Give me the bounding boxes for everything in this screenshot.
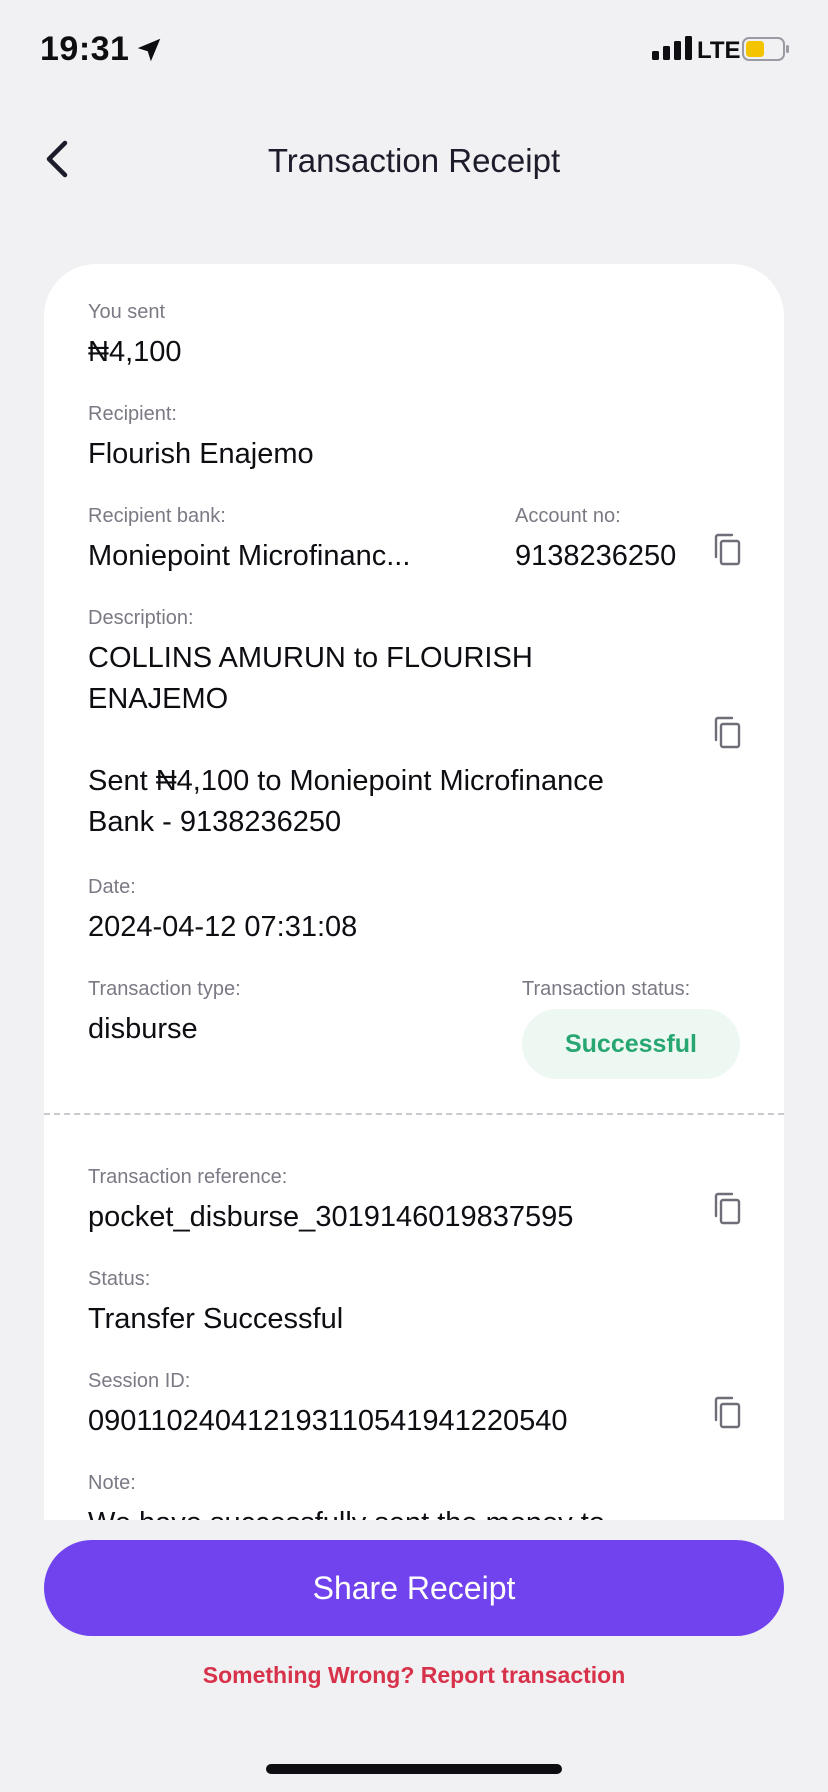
battery-icon xyxy=(742,37,789,61)
copy-account-no-icon[interactable] xyxy=(708,530,748,570)
page-title: Transaction Receipt xyxy=(267,142,561,179)
you-sent-amount: ₦4,100 xyxy=(88,336,182,368)
location-arrow-icon xyxy=(137,38,161,62)
recipient-bank-field: Recipient bank: Moniepoint Microfinanc..… xyxy=(88,504,410,576)
transaction-reference-field: Transaction reference: pocket_disburse_3… xyxy=(88,1165,573,1237)
status-field: Status: Transfer Successful xyxy=(88,1267,343,1339)
status-time: 19:31 xyxy=(40,30,130,68)
transaction-status-label: Transaction status: xyxy=(522,978,691,1000)
recipient-field: Recipient: Flourish Enajemo xyxy=(88,402,314,474)
transaction-reference-value: pocket_disburse_3019146019837595 xyxy=(88,1201,574,1233)
session-id-field: Session ID: 0901102404121931105419412205… xyxy=(88,1369,568,1441)
receipt-card: You sent ₦4,100 Recipient: Flourish Enaj… xyxy=(44,264,784,1520)
account-no-value: 9138236250 xyxy=(515,540,677,572)
transaction-type-label: Transaction type: xyxy=(88,978,241,1000)
you-sent-field: You sent ₦4,100 xyxy=(88,300,182,372)
session-id-label: Session ID: xyxy=(88,1370,191,1392)
recipient-bank-label: Recipient bank: xyxy=(88,505,226,527)
transaction-type-field: Transaction type: disburse xyxy=(88,977,241,1049)
recipient-bank-name: Moniepoint Microfinanc... xyxy=(88,540,411,572)
copy-session-id-icon[interactable] xyxy=(708,1393,748,1433)
dashed-divider xyxy=(44,1113,784,1115)
account-no-label: Account no: xyxy=(515,505,621,527)
date-value: 2024-04-12 07:31:08 xyxy=(88,911,358,943)
note-value: We have successfully sent the money to xyxy=(88,1503,605,1520)
account-no-field: Account no: 9138236250 xyxy=(515,504,676,576)
description-label: Description: xyxy=(88,607,194,629)
recipient-name: Flourish Enajemo xyxy=(88,438,314,470)
session-id-value: 090110240412193110541941220540 xyxy=(88,1405,568,1437)
date-label: Date: xyxy=(88,876,136,898)
description-line-1: COLLINS AMURUN to FLOURISH xyxy=(88,642,533,674)
transaction-type-value: disburse xyxy=(88,1013,198,1045)
status-label: Status: xyxy=(88,1268,151,1290)
home-indicator[interactable] xyxy=(266,1764,562,1774)
copy-reference-icon[interactable] xyxy=(708,1189,748,1229)
copy-description-icon[interactable] xyxy=(708,713,748,753)
recipient-label: Recipient: xyxy=(88,403,177,425)
description-field: Description: COLLINS AMURUN to FLOURISH … xyxy=(88,606,604,842)
transaction-reference-label: Transaction reference: xyxy=(88,1166,288,1188)
note-label: Note: xyxy=(88,1472,136,1494)
status-value: Transfer Successful xyxy=(88,1303,344,1335)
you-sent-label: You sent xyxy=(88,301,166,323)
report-transaction-link[interactable]: Something Wrong? Report transaction xyxy=(0,1662,828,1689)
share-receipt-button[interactable]: Share Receipt xyxy=(44,1540,784,1636)
transaction-status-badge: Successful xyxy=(522,1009,740,1079)
status-bar: 19:31 LTE xyxy=(0,0,828,100)
network-type: LTE xyxy=(697,37,741,64)
description-line-3: Sent ₦4,100 to Moniepoint Microfinance xyxy=(88,765,604,797)
note-field: Note: We have successfully sent the mone… xyxy=(88,1471,605,1520)
cellular-signal-icon xyxy=(652,36,692,60)
transaction-status-field: Transaction status: xyxy=(522,977,690,1001)
date-field: Date: 2024-04-12 07:31:08 xyxy=(88,875,357,947)
description-line-2: ENAJEMO xyxy=(88,683,229,715)
description-line-4: Bank - 9138236250 xyxy=(88,806,342,838)
